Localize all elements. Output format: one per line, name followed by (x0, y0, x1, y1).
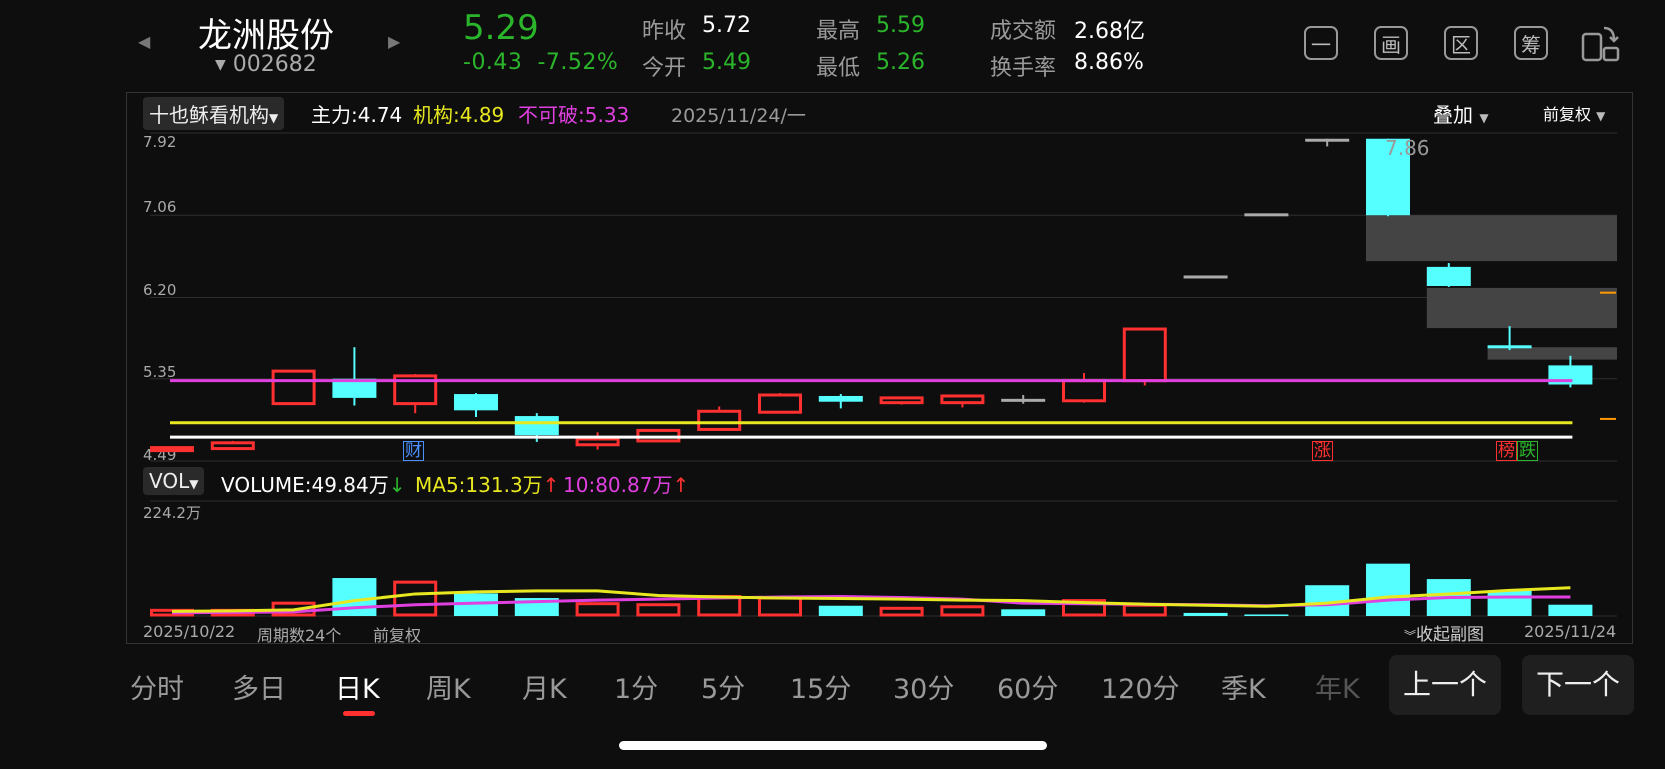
period-count: 周期数24个 (257, 626, 342, 645)
candle-body (697, 409, 742, 431)
kline-chart[interactable] (0, 0, 1665, 769)
volume-bar (636, 603, 681, 617)
candle-body (1305, 138, 1350, 142)
tab-1min[interactable]: 1分 (614, 667, 658, 706)
candle-body (514, 416, 559, 436)
volume-bar (758, 596, 802, 617)
tab-5min[interactable]: 5分 (701, 667, 745, 706)
tab-quarterly-k[interactable]: 季K (1221, 667, 1266, 706)
peak-price-label: 7.86 (1385, 136, 1430, 160)
limit-down-marker[interactable]: 跌 (1517, 441, 1538, 461)
candle-body (1426, 266, 1471, 287)
candle-body (1183, 275, 1228, 279)
tab-multiday[interactable]: 多日 (232, 667, 286, 706)
tab-weekly-k[interactable]: 周K (426, 667, 471, 706)
end-date: 2025/11/24 (1524, 622, 1617, 641)
tab-fenshi[interactable]: 分时 (130, 667, 184, 706)
active-tab-indicator (343, 711, 375, 716)
candle-body (271, 369, 316, 406)
volume-bar (1001, 609, 1046, 616)
chevron-down-icon: ︾ (1404, 629, 1417, 643)
tab-yearly-k[interactable]: 年K (1315, 667, 1360, 706)
volume-bar (940, 605, 985, 617)
ranking-marker[interactable]: 榜 (1496, 441, 1517, 461)
volume-bar (393, 580, 438, 617)
candle-body (1001, 398, 1046, 402)
next-stock-button[interactable]: 下一个 (1522, 655, 1634, 715)
tab-60min[interactable]: 60分 (997, 667, 1058, 706)
candle-body (818, 395, 863, 402)
limit-up-marker[interactable]: 涨 (1312, 441, 1333, 461)
volume-bar (1244, 614, 1289, 616)
tab-daily-k[interactable]: 日K (335, 667, 380, 706)
volume-bar (1487, 590, 1532, 616)
candle-body (758, 393, 802, 414)
tab-monthly-k[interactable]: 月K (522, 667, 567, 706)
finance-marker[interactable]: 财 (403, 441, 424, 461)
volume-bar (1548, 604, 1593, 616)
candle-body (210, 441, 255, 451)
support-zone (1487, 347, 1617, 360)
candle-body (150, 446, 194, 453)
support-zone (1366, 215, 1617, 262)
candle-body (575, 437, 620, 447)
tab-30min[interactable]: 30分 (893, 667, 954, 706)
support-zone (1426, 287, 1617, 329)
candle-body (1244, 213, 1289, 217)
volume-bar (1122, 603, 1167, 617)
volume-bar (1366, 563, 1410, 616)
adjust-note: 前复权 (373, 626, 422, 645)
volume-bar (879, 606, 924, 617)
candle-body (940, 394, 985, 405)
start-date: 2025/10/22 (143, 622, 236, 641)
volume-bar (575, 602, 620, 617)
volume-bar (1183, 612, 1228, 616)
tab-15min[interactable]: 15分 (790, 667, 851, 706)
candle-body (1487, 345, 1532, 349)
prev-stock-button[interactable]: 上一个 (1389, 655, 1501, 715)
tab-120min[interactable]: 120分 (1101, 667, 1180, 706)
collapse-subchart-button[interactable]: ︾收起副图 (1404, 620, 1484, 645)
home-indicator (619, 741, 1047, 750)
volume-bar (818, 605, 863, 616)
candle-body (879, 396, 924, 405)
candle-body (454, 394, 498, 411)
collapse-subchart-label: 收起副图 (1416, 625, 1485, 645)
candle-body (1062, 379, 1106, 403)
candle-body (1122, 327, 1167, 383)
